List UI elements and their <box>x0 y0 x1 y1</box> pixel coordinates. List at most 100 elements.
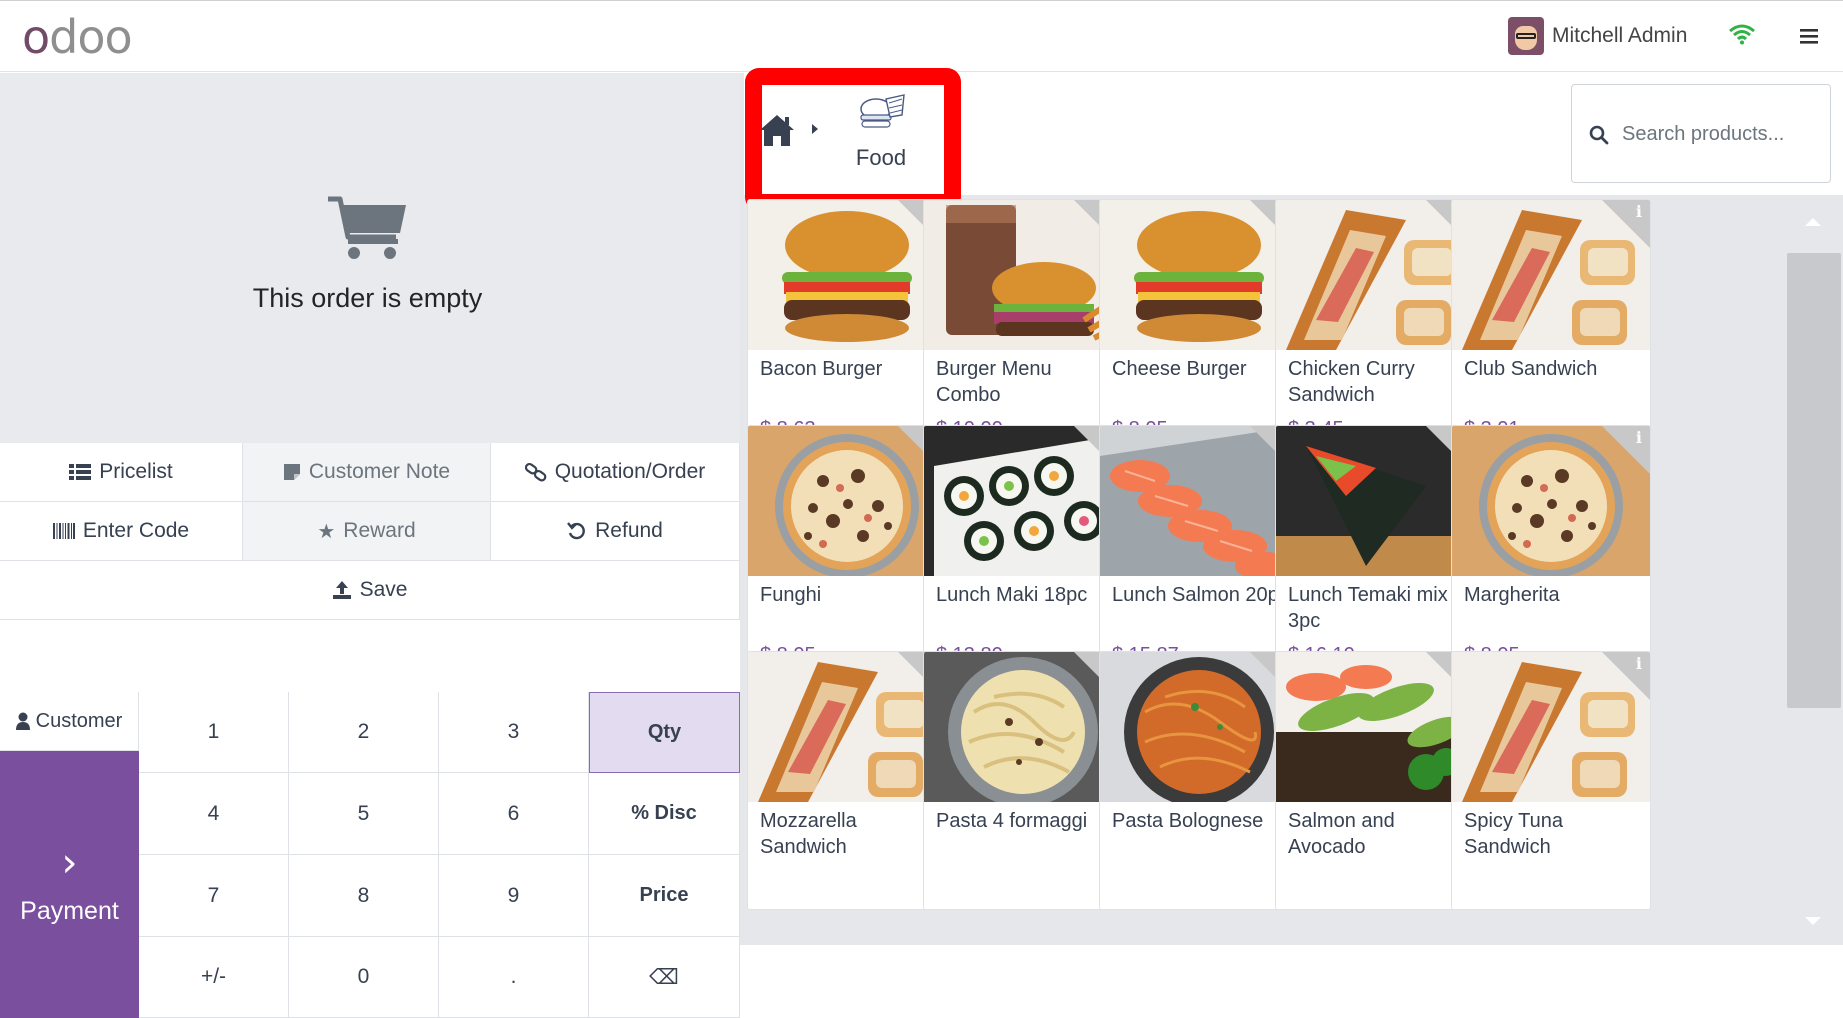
refund-label: Refund <box>595 519 663 542</box>
home-icon[interactable] <box>759 113 795 147</box>
numpad-key-plus-minus[interactable]: +/- <box>139 937 289 1018</box>
info-icon[interactable]: i <box>1636 654 1642 673</box>
user-name[interactable]: Mitchell Admin <box>1552 24 1687 48</box>
product-card[interactable]: i Bacon Burger $ 8.63 <box>747 199 947 458</box>
wifi-icon <box>1729 24 1755 45</box>
numpad-key-8[interactable]: 8 <box>289 855 439 937</box>
category-food[interactable]: Food <box>836 93 926 183</box>
product-card[interactable]: i Margherita $ 8.05 <box>1451 425 1651 684</box>
search-icon <box>1589 125 1609 145</box>
product-card[interactable]: i Cheese Burger $ 8.05 <box>1099 199 1299 458</box>
category-header: Food <box>744 68 1843 211</box>
product-card[interactable]: i Spicy Tuna Sandwich <box>1451 651 1651 910</box>
product-info-tag[interactable] <box>1602 200 1650 248</box>
product-name: Lunch Salmon 20pc <box>1112 584 1289 606</box>
info-icon[interactable]: i <box>1636 202 1642 221</box>
scroll-up-arrow-icon[interactable] <box>1783 198 1843 246</box>
scrollbar-thumb[interactable] <box>1787 253 1841 708</box>
customer-note-label: Customer Note <box>308 460 451 483</box>
customer-note-button[interactable]: Customer Note <box>243 443 491 501</box>
product-card[interactable]: i Pasta Bolognese <box>1099 651 1299 910</box>
product-name: Lunch Maki 18pc <box>936 584 1088 606</box>
numpad: 1 2 3 Qty 4 5 6% Disc 7 8 9 Price +/- 0. ⌫ <box>139 692 740 1018</box>
numpad-key-qty[interactable]: Qty <box>589 692 740 773</box>
product-card[interactable]: i Chicken Curry Sandwich $ 3.45 <box>1275 199 1475 458</box>
numpad-key-price[interactable]: Price <box>589 855 740 937</box>
avatar[interactable] <box>1508 17 1544 55</box>
numpad-key-1[interactable]: 1 <box>139 692 289 773</box>
keypad-area: Customer › Payment 1 2 3 Qty 4 5 6% Disc 7 8 9 Pri… <box>0 692 740 1018</box>
link-icon <box>524 462 547 482</box>
search-box[interactable] <box>1571 84 1831 183</box>
product-screen: Food i Bacon Burger $ 8.63 <box>744 68 1843 945</box>
quotation-order-button[interactable]: Quotation/Order <box>491 443 740 501</box>
product-card[interactable]: i Funghi $ 8.05 <box>747 425 947 684</box>
product-name: Cheese Burger <box>1112 358 1247 380</box>
product-name: Spicy Tuna Sandwich <box>1464 810 1563 858</box>
category-label: Food <box>855 145 907 170</box>
numpad-key-0[interactable]: 0 <box>289 937 439 1018</box>
top-bar: odoo Mitchell Admin <box>0 0 1843 72</box>
list-icon <box>69 464 92 480</box>
scroll-down-arrow-icon[interactable] <box>1783 896 1843 945</box>
product-card[interactable]: i Mozzarella Sandwich <box>747 651 947 910</box>
info-icon[interactable]: i <box>1636 428 1642 447</box>
numpad-key-9[interactable]: 9 <box>439 855 589 937</box>
customer-button[interactable]: Customer <box>0 692 139 751</box>
product-info-tag[interactable] <box>1602 426 1650 474</box>
product-card[interactable]: i Lunch Salmon 20pc $ 15.87 <box>1099 425 1299 684</box>
odoo-logo: odoo <box>22 10 133 64</box>
scrollbar[interactable] <box>1783 198 1843 945</box>
numpad-key-backspace[interactable]: ⌫ <box>589 937 740 1018</box>
search-input[interactable] <box>1622 117 1822 151</box>
reward-label: Reward <box>343 519 416 542</box>
barcode-icon <box>52 523 75 539</box>
payment-label: Payment <box>20 897 119 925</box>
note-icon <box>283 464 300 480</box>
customer-label: Customer <box>35 709 123 732</box>
product-name: Mozzarella Sandwich <box>760 810 857 858</box>
numpad-key-3[interactable]: 3 <box>439 692 589 773</box>
numpad-key-discount[interactable]: % Disc <box>589 773 740 855</box>
refund-button[interactable]: Refund <box>491 502 740 560</box>
user-icon <box>15 712 30 730</box>
pricelist-button[interactable]: Pricelist <box>0 443 243 501</box>
numpad-key-4[interactable]: 4 <box>139 773 289 855</box>
undo-icon <box>567 522 585 540</box>
product-name: Salmon and Avocado <box>1288 810 1395 858</box>
star-icon: ★ <box>317 519 336 543</box>
save-button[interactable]: Save <box>0 561 740 619</box>
caret-right-icon <box>812 124 818 134</box>
upload-icon <box>332 581 351 599</box>
product-card[interactable]: i Burger Menu Combo $ 10.00 <box>923 199 1123 458</box>
product-card[interactable]: i Club Sandwich $ 3.91 <box>1451 199 1651 458</box>
order-container: This order is empty <box>0 73 740 443</box>
pricelist-label: Pricelist <box>99 460 173 483</box>
product-card[interactable]: i Salmon and Avocado <box>1275 651 1475 910</box>
product-name: Pasta 4 formaggi <box>936 810 1088 832</box>
numpad-key-7[interactable]: 7 <box>139 855 289 937</box>
product-card[interactable]: i Lunch Temaki mix 3pc $ 16.10 <box>1275 425 1475 684</box>
order-pane: This order is empty Pricelist Customer N… <box>0 73 740 1018</box>
numpad-key-5[interactable]: 5 <box>289 773 439 855</box>
numpad-key-decimal[interactable]: . <box>439 937 589 1018</box>
product-name: Burger Menu Combo <box>936 358 1052 406</box>
product-info-tag[interactable] <box>1602 652 1650 700</box>
reward-button[interactable]: ★ Reward <box>243 502 491 560</box>
product-name: Funghi <box>760 584 822 606</box>
product-card[interactable]: i Pasta 4 formaggi <box>923 651 1123 910</box>
shopping-cart-icon <box>328 196 406 259</box>
control-buttons: Pricelist Customer Note Quotation/Order <box>0 443 740 620</box>
product-name: Club Sandwich <box>1464 358 1598 380</box>
enter-code-button[interactable]: Enter Code <box>0 502 243 560</box>
hamburger-menu-icon[interactable] <box>1798 25 1820 47</box>
enter-code-label: Enter Code <box>82 519 190 542</box>
product-name: Margherita <box>1464 584 1560 606</box>
numpad-key-2[interactable]: 2 <box>289 692 439 773</box>
product-card[interactable]: i Lunch Maki 18pc $ 13.80 <box>923 425 1123 684</box>
user-menu[interactable]: Mitchell Admin <box>1508 17 1687 55</box>
empty-order-message: This order is empty <box>252 283 483 313</box>
burger-icon <box>860 94 905 128</box>
numpad-key-6[interactable]: 6 <box>439 773 589 855</box>
payment-button[interactable]: › Payment <box>0 751 139 1018</box>
